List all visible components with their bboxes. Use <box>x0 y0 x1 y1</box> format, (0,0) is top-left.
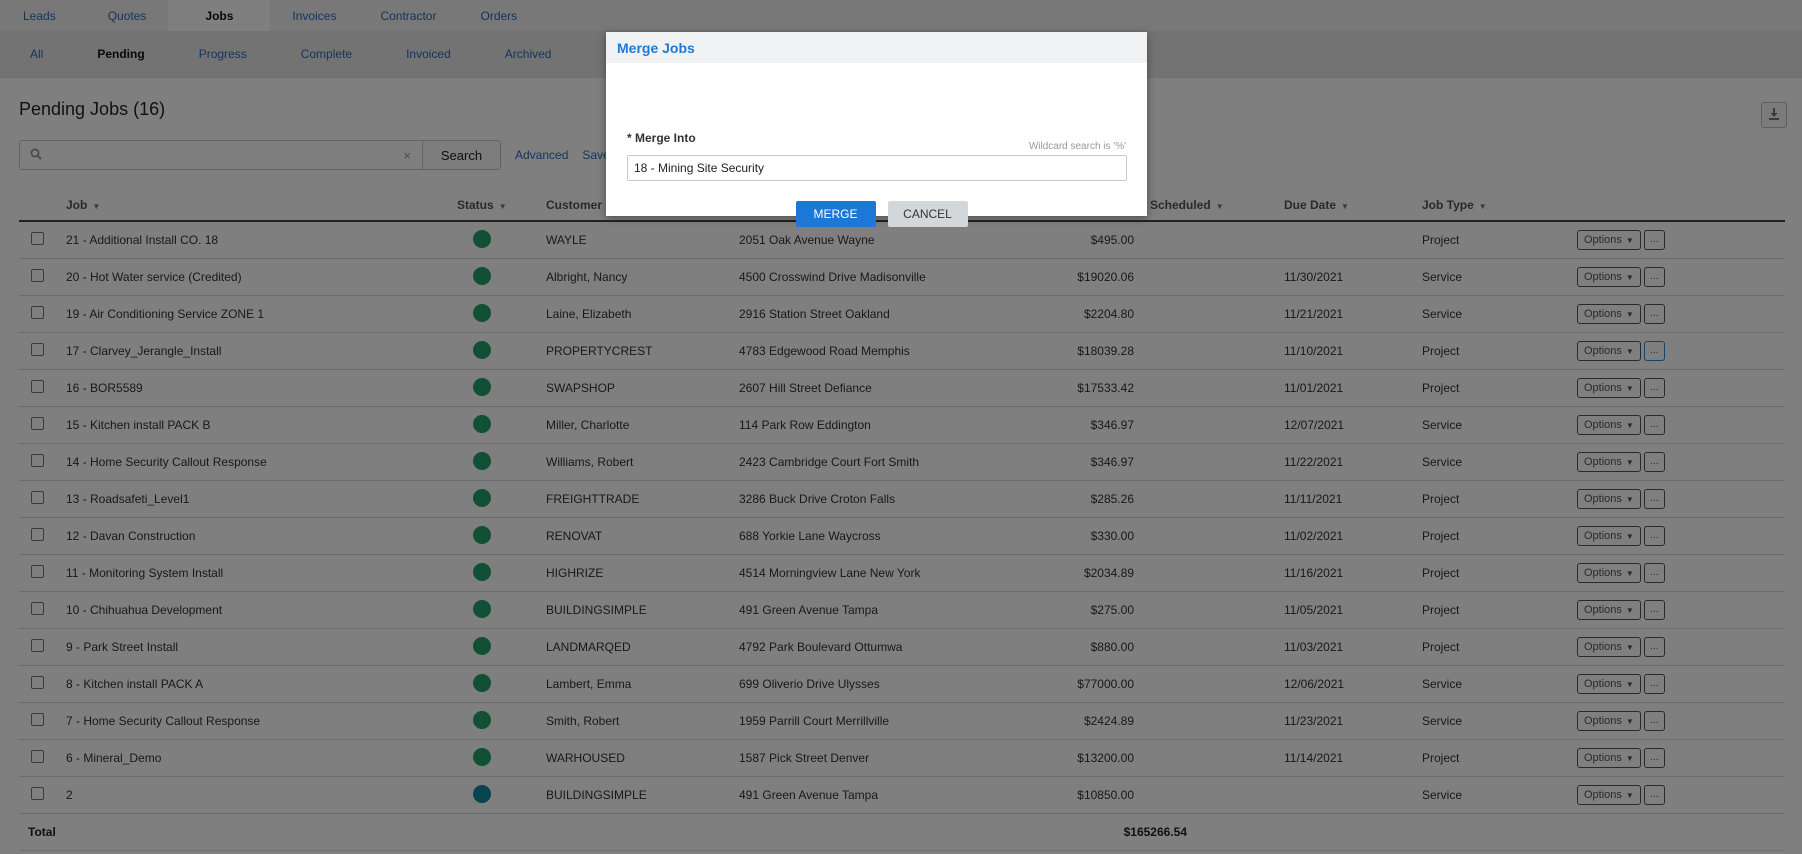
wildcard-hint: Wildcard search is '%' <box>1028 141 1126 152</box>
merge-into-label: * Merge Into <box>627 131 696 145</box>
cancel-button[interactable]: CANCEL <box>887 201 968 227</box>
dialog-title: Merge Jobs <box>606 32 1147 63</box>
dialog-body: * Merge Into Wildcard search is '%' MERG… <box>606 63 1147 227</box>
merge-into-input[interactable] <box>627 155 1127 181</box>
merge-jobs-dialog: Merge Jobs * Merge Into Wildcard search … <box>606 32 1147 227</box>
dialog-actions: MERGE CANCEL <box>606 201 1147 227</box>
merge-button[interactable]: MERGE <box>795 201 876 227</box>
